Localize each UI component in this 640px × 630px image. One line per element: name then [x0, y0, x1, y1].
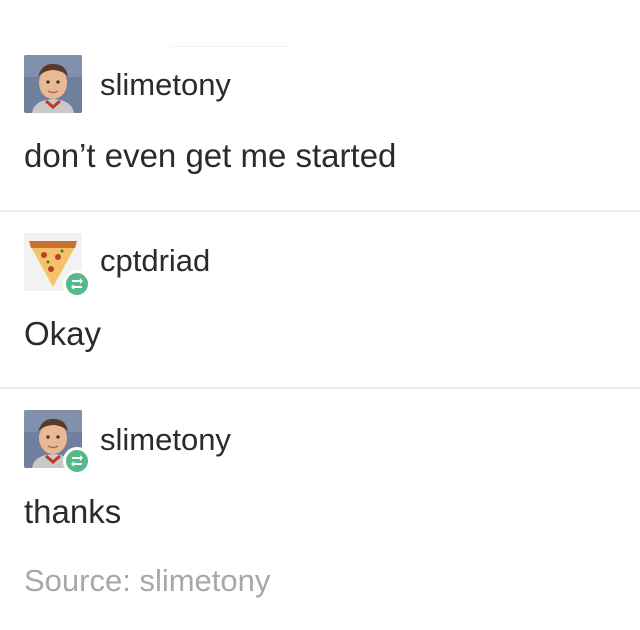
username-link[interactable]: cptdriad: [100, 243, 210, 279]
username-link[interactable]: slimetony: [100, 67, 231, 103]
top-divider: [170, 46, 290, 47]
post-text: don’t even get me started: [24, 137, 397, 174]
post-text: Okay: [24, 315, 102, 352]
post-divider: [0, 210, 640, 212]
reblog-icon: [63, 270, 91, 298]
boy-portrait-icon[interactable]: [24, 55, 82, 113]
source-link[interactable]: Source: slimetony: [24, 562, 270, 600]
reblog-icon: [63, 447, 91, 475]
post-divider: [0, 387, 640, 389]
username-link[interactable]: slimetony: [100, 422, 231, 458]
post-text: thanks: [24, 493, 122, 530]
